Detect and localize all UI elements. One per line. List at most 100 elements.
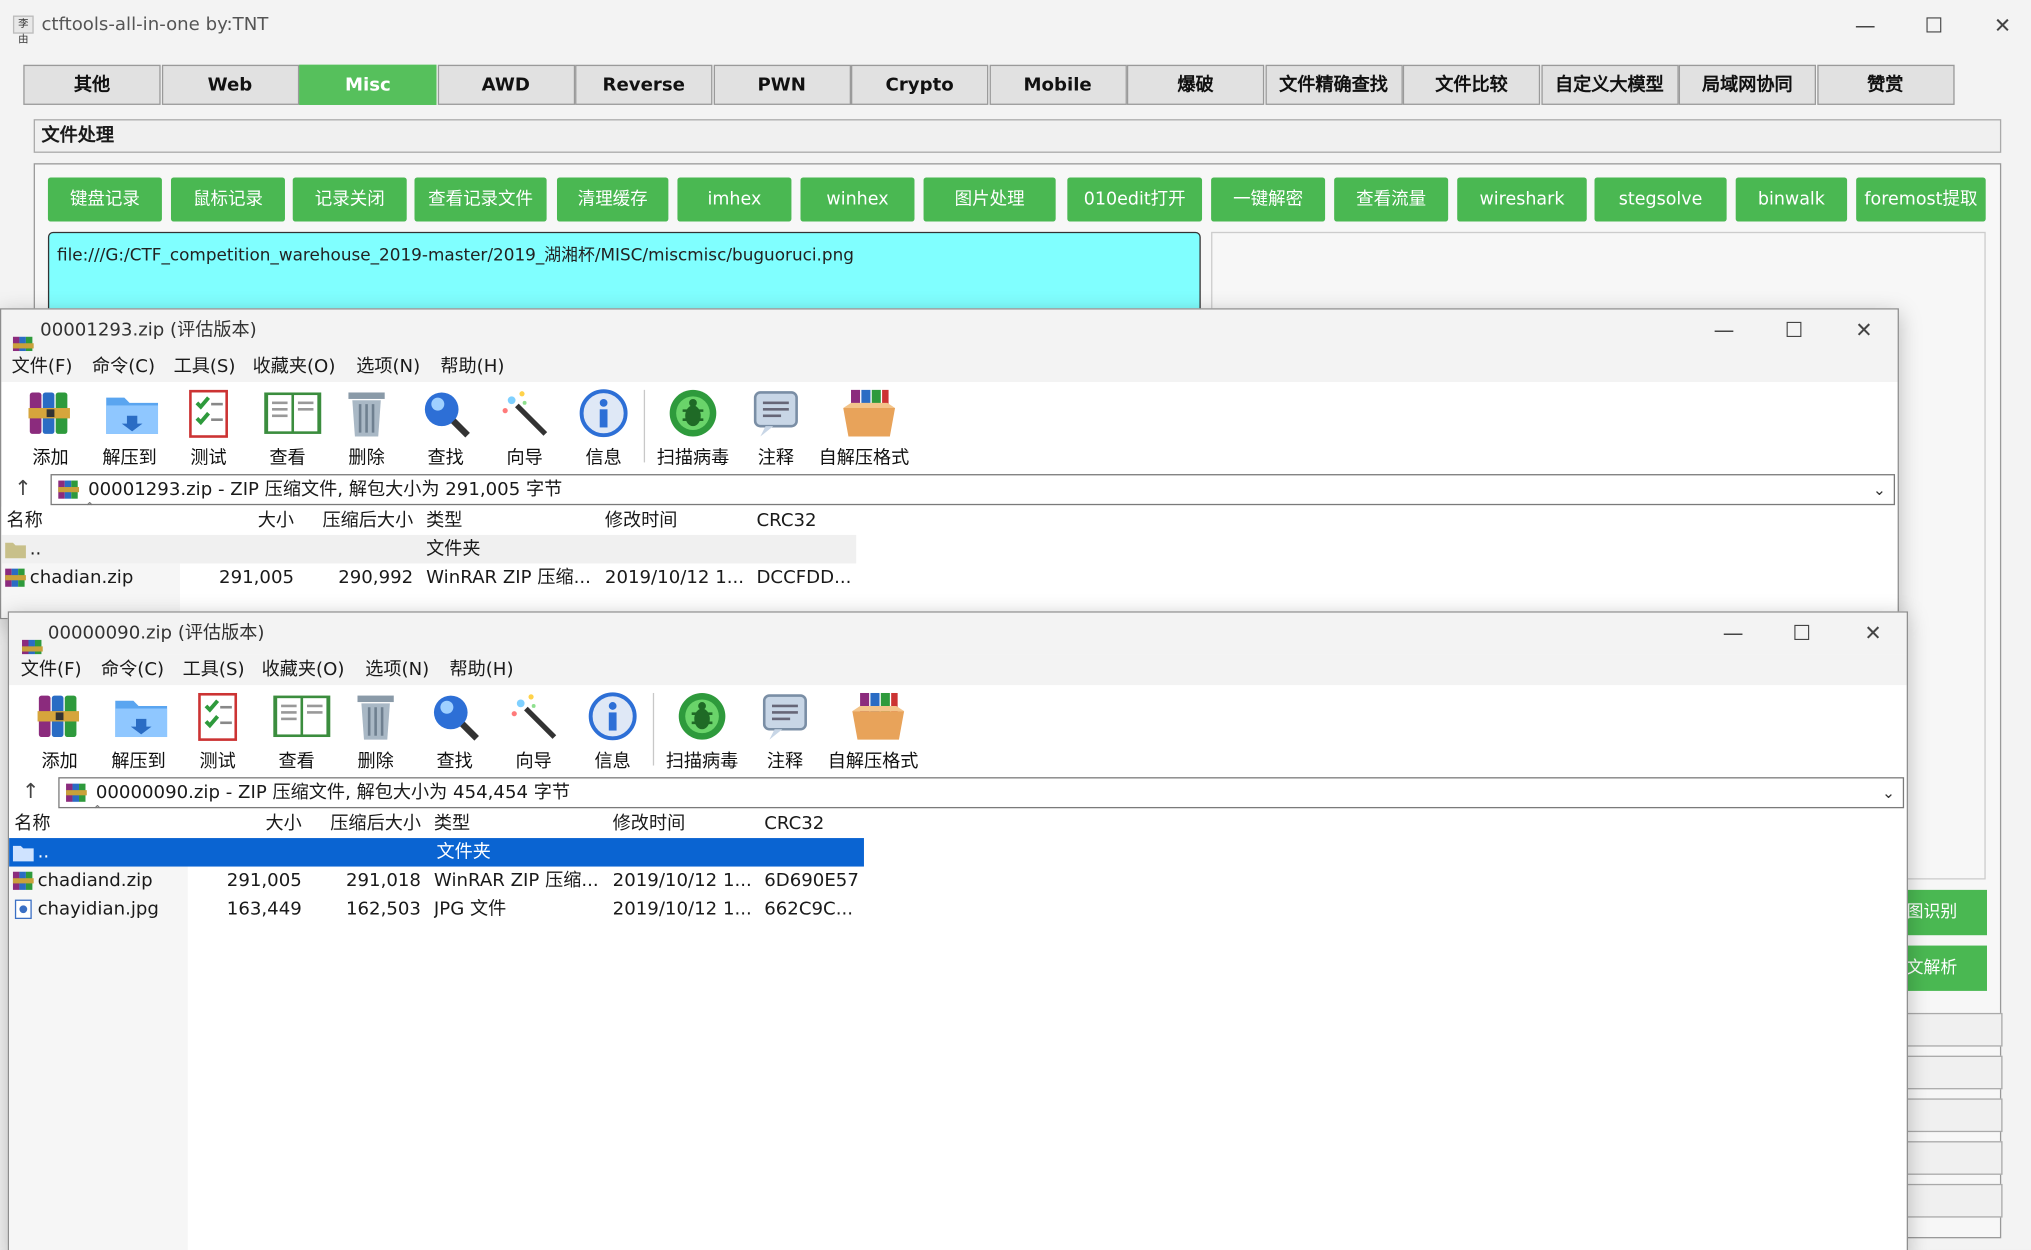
file-row[interactable]: chayidian.jpg 163,449 162,503 JPG 文件 2019/10… (9, 895, 864, 923)
tab-7[interactable]: Mobile (988, 64, 1127, 105)
chevron-down-icon[interactable]: ⌄ (1873, 475, 1886, 503)
column-header-4[interactable]: 修改时间 (613, 810, 755, 838)
tool-comment-button[interactable]: 注释 (742, 385, 809, 470)
close-button[interactable]: ✕ (1841, 311, 1888, 350)
tool-comment-button[interactable]: 注释 (751, 688, 818, 773)
tab-0[interactable]: 其他 (23, 64, 161, 105)
tool-button-12[interactable]: stegsolve (1594, 177, 1727, 222)
menu-item-5[interactable]: 帮助(H) (449, 654, 513, 685)
tool-button-6[interactable]: winhex (800, 177, 915, 222)
chevron-down-icon[interactable]: ⌄ (1882, 778, 1895, 806)
column-header-3[interactable]: 类型 (434, 810, 602, 838)
tool-button-9[interactable]: 一键解密 (1211, 177, 1326, 222)
tool-wizard-button[interactable]: 向导 (491, 385, 558, 470)
tool-view-button[interactable]: 查看 (254, 385, 322, 470)
maximize-button[interactable]: ☐ (1778, 614, 1825, 653)
side-button-5[interactable] (1904, 1183, 2003, 1218)
tool-find-button[interactable]: 查找 (412, 385, 479, 470)
minimize-button[interactable]: — (1842, 6, 1889, 45)
arrow-up-icon[interactable]: ↑ (14, 475, 31, 500)
menu-item-0[interactable]: 文件(F) (21, 654, 82, 685)
file-row[interactable]: chadiand.zip 291,005 291,018 WinRAR ZIP 压缩.… (9, 867, 864, 895)
column-header-4[interactable]: 修改时间 (605, 506, 747, 534)
tab-13[interactable]: 赞赏 (1816, 64, 1954, 105)
address-field[interactable]: 00001293.zip - ZIP 压缩文件, 解包大小为 291,005 字… (50, 474, 1896, 506)
menu-item-1[interactable]: 命令(C) (101, 654, 164, 685)
tab-6[interactable]: Crypto (851, 64, 989, 105)
tool-test-button[interactable]: 测试 (184, 688, 251, 773)
side-button-3[interactable] (1904, 1098, 2003, 1133)
tool-button-14[interactable]: foremost提取 (1856, 177, 1986, 222)
menu-item-1[interactable]: 命令(C) (92, 351, 155, 382)
tool-button-2[interactable]: 记录关闭 (292, 177, 407, 222)
tool-button-11[interactable]: wireshark (1457, 177, 1587, 222)
tab-11[interactable]: 自定义大模型 (1540, 64, 1679, 105)
side-button-2[interactable] (1904, 1055, 2003, 1090)
arrow-up-icon[interactable]: ↑ (22, 778, 39, 803)
tool-add-button[interactable]: 添加 (26, 688, 93, 773)
minimize-button[interactable]: — (1701, 311, 1748, 350)
tool-button-4[interactable]: 清理缓存 (556, 177, 669, 222)
tool-extract-button[interactable]: 解压到 (105, 688, 172, 773)
tool-add-button[interactable]: 添加 (17, 385, 84, 470)
tab-1[interactable]: Web (161, 64, 299, 105)
tool-button-7[interactable]: 图片处理 (923, 177, 1056, 222)
tab-9[interactable]: 文件精确查找 (1264, 64, 1403, 105)
column-header-2[interactable]: 压缩后大小 (307, 810, 424, 838)
menu-item-3[interactable]: 收藏夹(O) (253, 351, 336, 382)
tool-sfx-button[interactable]: 自解压格式 (824, 688, 922, 773)
tool-delete-button[interactable]: 删除 (333, 385, 400, 470)
tool-button-5[interactable]: imhex (677, 177, 792, 222)
tool-view-button[interactable]: 查看 (263, 688, 331, 773)
column-header-5[interactable]: CRC32 (756, 506, 853, 534)
address-field[interactable]: 00000090.zip - ZIP 压缩文件, 解包大小为 454,454 字… (58, 777, 1905, 809)
tab-2[interactable]: Misc (299, 64, 437, 105)
side-button-4[interactable] (1904, 1141, 2003, 1175)
column-header-3[interactable]: 类型 (426, 506, 594, 534)
menu-item-2[interactable]: 工具(S) (183, 654, 245, 685)
menu-item-4[interactable]: 选项(N) (356, 351, 420, 382)
tab-3[interactable]: AWD (437, 64, 575, 105)
column-header-1[interactable]: 大小 (180, 506, 297, 534)
tool-test-button[interactable]: 测试 (175, 385, 242, 470)
tool-wizard-button[interactable]: 向导 (500, 688, 567, 773)
tool-button-1[interactable]: 鼠标记录 (170, 177, 285, 222)
tab-8[interactable]: 爆破 (1126, 64, 1265, 105)
column-header-2[interactable]: 压缩后大小 (299, 506, 416, 534)
tool-button-3[interactable]: 查看记录文件 (414, 177, 547, 222)
tab-10[interactable]: 文件比较 (1402, 64, 1541, 105)
menu-item-2[interactable]: 工具(S) (174, 351, 236, 382)
image-recognize-button[interactable]: 图识别 (1904, 889, 1987, 936)
menu-item-0[interactable]: 文件(F) (12, 351, 73, 382)
close-button[interactable]: ✕ (1850, 614, 1897, 653)
tool-button-13[interactable]: binwalk (1735, 177, 1848, 222)
tool-button-8[interactable]: 010edit打开 (1067, 177, 1203, 222)
file-row[interactable]: .. 文件夹 (9, 838, 864, 867)
side-button-1[interactable] (1904, 1012, 2003, 1047)
column-header-5[interactable]: CRC32 (764, 810, 861, 838)
tab-4[interactable]: Reverse (575, 64, 713, 105)
minimize-button[interactable]: — (1710, 614, 1757, 653)
menu-item-5[interactable]: 帮助(H) (440, 351, 504, 382)
tool-info-button[interactable]: 信息 (579, 688, 646, 773)
tool-virus-button[interactable]: 扫描病毒 (649, 385, 737, 470)
tool-delete-button[interactable]: 删除 (342, 688, 409, 773)
menu-item-4[interactable]: 选项(N) (365, 654, 429, 685)
tool-find-button[interactable]: 查找 (421, 688, 488, 773)
column-header-1[interactable]: 大小 (188, 810, 305, 838)
text-parse-button[interactable]: 文解析 (1904, 945, 1987, 991)
menu-item-3[interactable]: 收藏夹(O) (262, 654, 345, 685)
tool-sfx-button[interactable]: 自解压格式 (815, 385, 913, 470)
tab-5[interactable]: PWN (713, 64, 851, 105)
tool-info-button[interactable]: 信息 (570, 385, 637, 470)
tool-button-10[interactable]: 查看流量 (1334, 177, 1449, 222)
file-row[interactable]: .. 文件夹 (1, 534, 857, 564)
maximize-button[interactable]: ☐ (1771, 311, 1818, 350)
close-button[interactable]: ✕ (1979, 6, 2026, 45)
tab-12[interactable]: 局域网协同 (1678, 64, 1817, 105)
maximize-button[interactable]: ☐ (1911, 6, 1958, 45)
tool-virus-button[interactable]: 扫描病毒 (658, 688, 746, 773)
tool-button-0[interactable]: 键盘记录 (47, 177, 162, 222)
file-row[interactable]: chadian.zip 291,005 290,992 WinRAR ZIP 压缩..… (1, 563, 856, 591)
tool-extract-button[interactable]: 解压到 (96, 385, 163, 470)
